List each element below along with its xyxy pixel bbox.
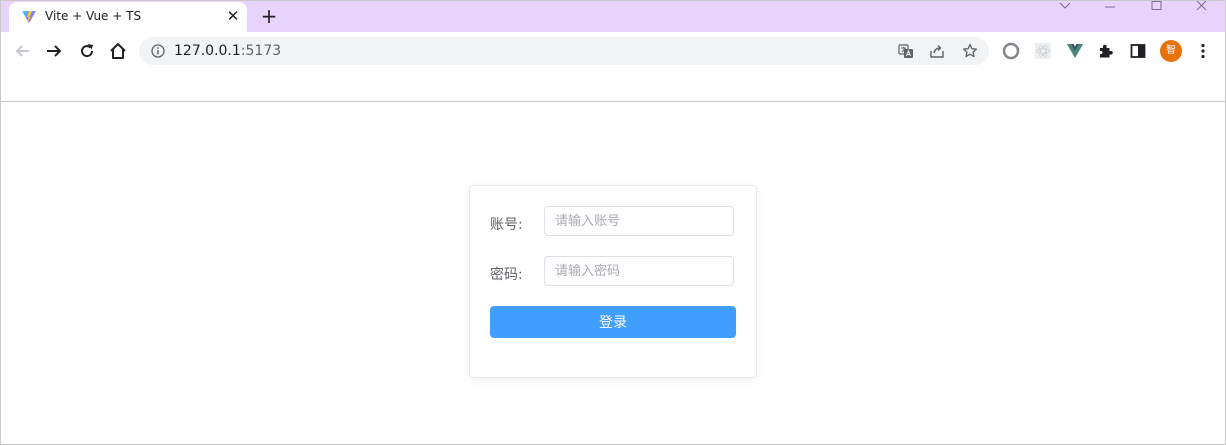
page-content: 账号: 密码: 登录 [1, 102, 1225, 444]
login-button[interactable]: 登录 [490, 306, 736, 338]
side-panel-icon[interactable] [1129, 42, 1147, 60]
url-host: 127.0.0.1 [174, 43, 241, 59]
password-input[interactable] [544, 256, 734, 286]
profile-avatar[interactable]: 智 [1160, 40, 1182, 62]
url-port: :5173 [240, 43, 282, 59]
translate-icon[interactable] [898, 43, 914, 59]
tab-active[interactable]: Vite + Vue + TS ✕ [9, 2, 247, 32]
tab-strip: Vite + Vue + TS ✕ + [1, 1, 1225, 32]
reload-icon[interactable] [77, 41, 97, 61]
address-bar[interactable]: 127.0.0.1:5173 [139, 37, 989, 65]
record-extension-icon[interactable] [1002, 42, 1020, 60]
username-input[interactable] [544, 206, 734, 236]
share-icon[interactable] [929, 43, 945, 59]
browser-window: Vite + Vue + TS ✕ + 127.0.0.1:5173 智 账号:… [0, 0, 1226, 445]
close-tab-icon[interactable]: ✕ [225, 8, 241, 24]
minimize-icon[interactable] [1101, 1, 1119, 15]
home-icon[interactable] [108, 41, 128, 61]
back-icon[interactable] [13, 41, 33, 61]
login-card: 账号: 密码: 登录 [469, 185, 757, 378]
vue-devtools-icon[interactable] [1066, 42, 1084, 60]
bookmark-star-icon[interactable] [962, 43, 978, 59]
tab-search-icon[interactable] [1056, 1, 1074, 15]
vite-icon [22, 11, 36, 23]
url-text[interactable]: 127.0.0.1:5173 [174, 43, 281, 59]
new-tab-button[interactable]: + [259, 6, 279, 26]
tab-title: Vite + Vue + TS [45, 9, 142, 23]
maximize-icon[interactable] [1147, 1, 1165, 15]
bookmarks-area [1, 70, 1225, 102]
password-label: 密码: [490, 267, 523, 283]
forward-icon[interactable] [44, 41, 64, 61]
username-label: 账号: [490, 217, 523, 233]
react-devtools-icon[interactable] [1034, 42, 1052, 60]
menu-kebab-icon[interactable] [1197, 41, 1209, 61]
extensions-puzzle-icon[interactable] [1097, 42, 1115, 60]
close-window-icon[interactable] [1193, 1, 1211, 15]
browser-toolbar: 127.0.0.1:5173 智 [1, 32, 1225, 70]
site-info-icon[interactable] [151, 44, 165, 58]
